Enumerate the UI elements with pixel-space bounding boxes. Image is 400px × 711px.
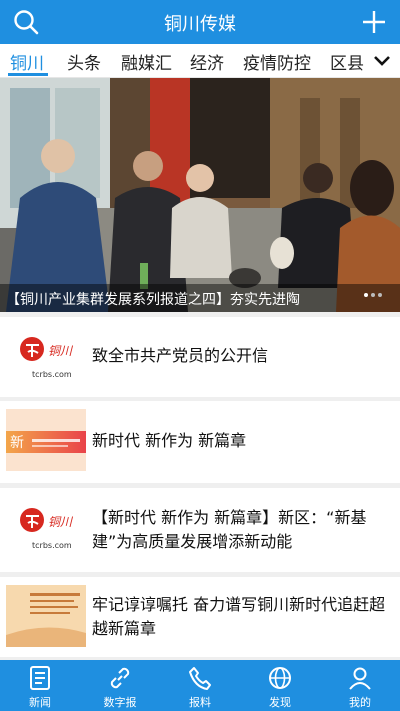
nav-discover-label: 发现 — [269, 696, 291, 709]
globe-icon — [269, 667, 291, 689]
news-title: 牢记谆谆嘱托 奋力谱写铜川新时代追赶超越新篇章 — [92, 595, 386, 638]
carousel-dots — [361, 282, 382, 301]
svg-text:tcrbs.com: tcrbs.com — [32, 541, 72, 550]
news-thumbnail: 铜川 tcrbs.com — [6, 325, 86, 387]
svg-text:tcrbs.com: tcrbs.com — [32, 370, 72, 379]
thumbnail-banner-image: 新 — [6, 409, 86, 471]
phone-icon — [189, 667, 211, 690]
banner-caption: 【铜川产业集群发展系列报道之四】夯实先进陶 — [6, 292, 300, 308]
link-icon — [110, 667, 130, 689]
featured-banner[interactable]: 【铜川产业集群发展系列报道之四】夯实先进陶 — [0, 78, 400, 312]
nav-digital-paper[interactable]: 数字报 — [80, 660, 160, 711]
thumbnail-document-image — [6, 585, 86, 647]
nav-digital-paper-label: 数字报 — [103, 696, 137, 709]
nav-profile-label: 我的 — [349, 696, 371, 709]
tongchuan-logo-icon: 铜川 tcrbs.com — [20, 337, 74, 379]
banner-caption-bar: 【铜川产业集群发展系列报道之四】夯实先进陶 — [0, 284, 400, 312]
tab-districts[interactable]: 区县 — [330, 49, 364, 74]
nav-profile[interactable]: 我的 — [320, 660, 400, 711]
svg-text:铜川: 铜川 — [48, 344, 74, 358]
app-title: 铜川传媒 — [164, 14, 236, 35]
news-thumbnail — [6, 585, 86, 647]
nav-news[interactable]: 新闻 — [0, 660, 80, 711]
tab-epidemic[interactable]: 疫情防控 — [243, 49, 311, 74]
nav-news-label: 新闻 — [29, 696, 51, 709]
category-tabs: 铜川 头条 融媒汇 经济 疫情防控 区县 — [0, 44, 400, 78]
chevron-down-icon[interactable] — [372, 52, 392, 70]
tongchuan-logo-icon: 铜川 tcrbs.com — [20, 508, 74, 550]
top-bar: 铜川传媒 — [0, 0, 400, 44]
nav-discover[interactable]: 发现 — [240, 660, 320, 711]
tab-headlines[interactable]: 头条 — [67, 49, 101, 74]
news-thumbnail: 铜川 tcrbs.com — [6, 496, 86, 558]
news-item[interactable]: 铜川 tcrbs.com 【新时代 新作为 新篇章】新区：“新基建”为高质量发展… — [0, 488, 400, 572]
banner-photo — [0, 78, 400, 312]
bottom-nav: 新闻 数字报 报料 发现 我的 — [0, 660, 400, 711]
active-tab-indicator — [8, 73, 48, 76]
newspaper-icon — [30, 666, 50, 690]
nav-report-label: 报料 — [189, 696, 211, 709]
plus-icon[interactable] — [360, 8, 388, 36]
news-title: 新时代 新作为 新篇章 — [92, 431, 247, 450]
nav-report[interactable]: 报料 — [160, 660, 240, 711]
svg-text:新: 新 — [10, 435, 24, 451]
news-item[interactable]: 铜川 tcrbs.com 致全市共产党员的公开信 — [0, 317, 400, 397]
news-thumbnail: 新 — [6, 409, 86, 471]
news-title: 致全市共产党员的公开信 — [92, 346, 269, 365]
news-title: 【新时代 新作为 新篇章】新区：“新基建”为高质量发展增添新动能 — [92, 508, 367, 551]
user-icon — [349, 667, 371, 690]
news-item[interactable]: 牢记谆谆嘱托 奋力谱写铜川新时代追赶超越新篇章 — [0, 577, 400, 657]
news-item[interactable]: 新 新时代 新作为 新篇章 — [0, 401, 400, 483]
tab-media[interactable]: 融媒汇 — [121, 49, 172, 74]
tab-tongchuan[interactable]: 铜川 — [10, 49, 44, 74]
tab-economy[interactable]: 经济 — [190, 49, 224, 74]
svg-text:铜川: 铜川 — [48, 515, 74, 529]
